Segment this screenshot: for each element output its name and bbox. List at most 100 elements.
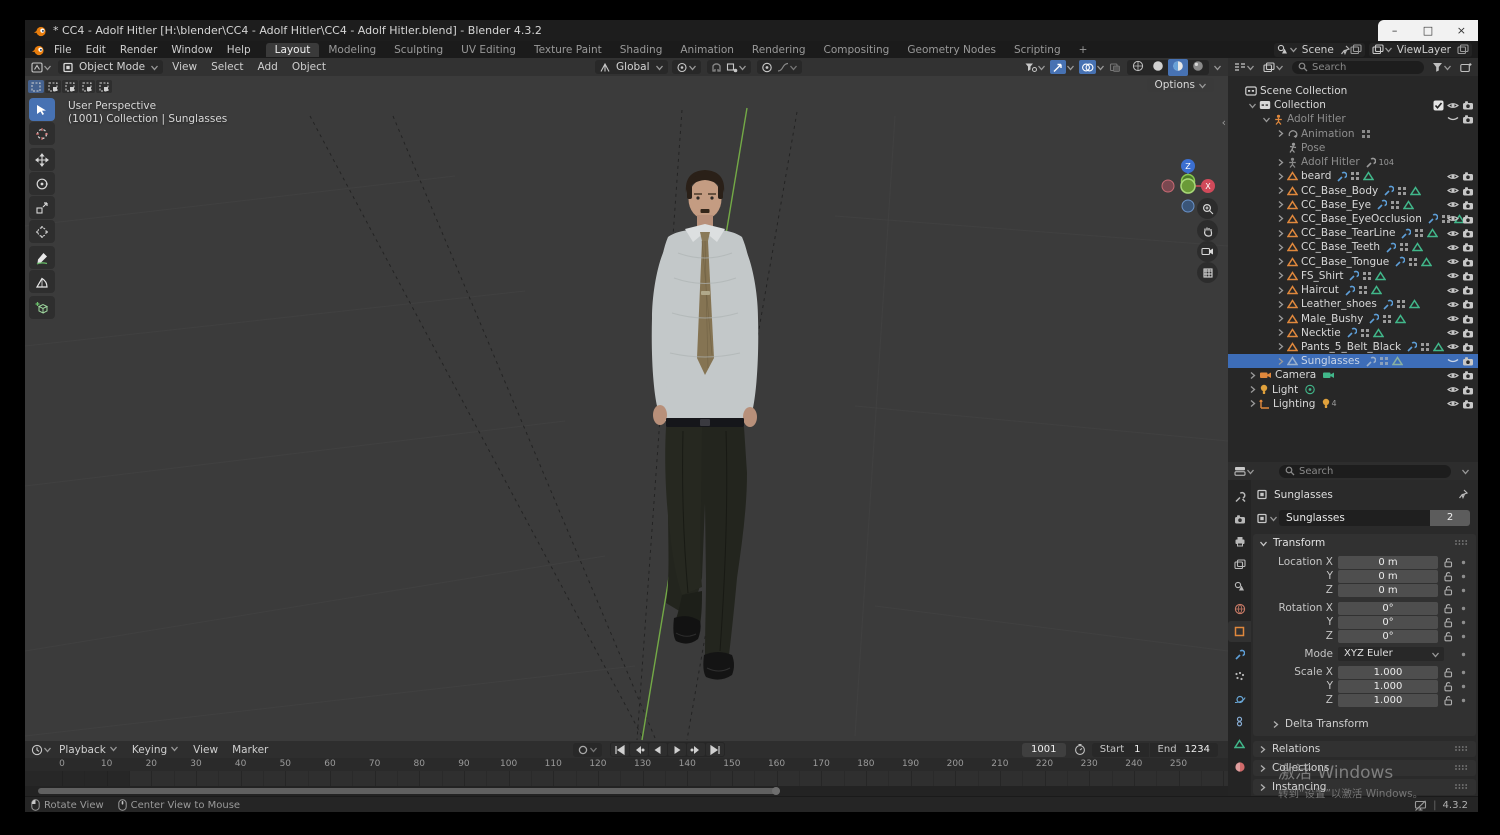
snap-target-icon[interactable] [726,62,738,73]
render-camera-icon[interactable] [1462,257,1474,267]
play-button[interactable] [667,743,686,756]
select-set[interactable] [28,80,44,93]
render-camera-icon[interactable] [1462,200,1474,210]
select-intersect[interactable] [96,80,112,93]
chevron-right-icon[interactable] [1276,314,1285,323]
render-camera-icon[interactable] [1462,100,1474,110]
properties-tab-view-layer[interactable] [1228,554,1251,575]
properties-tab-modifiers[interactable] [1228,644,1251,665]
visibility-eye-icon[interactable] [1447,399,1459,408]
render-camera-icon[interactable] [1462,285,1474,295]
timeline-menu-view[interactable]: View [186,744,225,756]
render-camera-icon[interactable] [1462,214,1474,224]
lock-open-icon[interactable] [1443,603,1453,614]
render-camera-icon[interactable] [1462,271,1474,281]
camera-view-button[interactable] [1197,241,1218,262]
chevron-right-icon[interactable] [1248,385,1257,394]
object-visibility-filter-icon[interactable] [1024,62,1046,73]
panel-relations[interactable]: Relations [1253,741,1476,757]
workspace-tab-animation[interactable]: Animation [671,43,743,57]
tool-add-cube[interactable] [29,296,55,319]
lock-open-icon[interactable] [1443,571,1453,582]
render-camera-icon[interactable] [1462,228,1474,238]
outliner-row-adolf-hitler[interactable]: Adolf Hitler [1228,112,1478,126]
outliner-row-pants-5-belt-black[interactable]: Pants_5_Belt_Black [1228,340,1478,354]
select-subtract[interactable] [62,80,78,93]
tool-move[interactable] [29,148,55,171]
panel-instancing[interactable]: Instancing [1253,779,1476,795]
workspace-tab-rendering[interactable]: Rendering [743,43,815,57]
timeline-menu-marker[interactable]: Marker [225,744,275,756]
options-button[interactable]: Options [1147,78,1214,92]
sidebar-toggle-arrow[interactable]: ‹ [1222,116,1226,129]
pivot-point-dropdown[interactable] [671,60,701,74]
visibility-eye-icon[interactable] [1447,101,1459,110]
chevron-down-icon[interactable] [738,63,747,72]
select-extend[interactable] [45,80,61,93]
chevron-right-icon[interactable] [1248,399,1257,408]
workspace-tab-scripting[interactable]: Scripting [1005,43,1070,57]
menu-help[interactable]: Help [220,44,258,56]
tool-scale[interactable] [29,196,55,219]
workspace-tab-layout[interactable]: Layout [265,42,320,57]
zoom-button[interactable] [1197,198,1218,219]
visibility-eye-icon[interactable] [1447,385,1459,394]
workspace-tab-compositing[interactable]: Compositing [815,43,899,57]
proportional-editing-icon[interactable] [761,62,773,73]
new-collection-icon[interactable] [1460,62,1472,73]
xray-toggle-icon[interactable] [1109,62,1121,73]
animate-dot-icon[interactable] [1460,559,1467,566]
workspace-tab-uv-editing[interactable]: UV Editing [452,43,525,57]
scene-selector[interactable]: Scene [1273,42,1365,57]
object-mode-dropdown[interactable]: Object Mode [58,60,164,74]
tool-rotate[interactable] [29,172,55,195]
chevron-down-icon[interactable] [1096,63,1105,72]
end-frame-field[interactable]: End 1234 [1149,742,1219,757]
menu-edit[interactable]: Edit [79,44,113,56]
visibility-eye-icon[interactable] [1447,257,1459,266]
timeline-menu-playback[interactable]: Playback [52,744,125,756]
visibility-eye-icon[interactable] [1447,186,1459,195]
animate-dot-icon[interactable] [1460,697,1467,704]
render-camera-icon[interactable] [1462,399,1474,409]
render-camera-icon[interactable] [1462,328,1474,338]
gizmo-toggle-button[interactable] [1050,60,1066,74]
render-camera-icon[interactable] [1462,242,1474,252]
timeline-editor-icon[interactable] [31,744,52,756]
outliner-row-beard[interactable]: beard [1228,169,1478,183]
outliner-row-camera[interactable]: Camera [1228,368,1478,382]
chevron-down-icon[interactable] [1248,101,1257,110]
animate-dot-icon[interactable] [1460,605,1467,612]
properties-tab-tool[interactable] [1228,486,1251,507]
timeline-menu-keying[interactable]: Keying [125,744,186,756]
visibility-eye-icon[interactable] [1447,243,1459,252]
animate-dot-icon[interactable] [1460,651,1467,658]
chevron-down-icon[interactable] [1066,63,1075,72]
properties-tab-particles[interactable] [1228,666,1251,687]
chevron-right-icon[interactable] [1276,214,1285,223]
shading-solid[interactable] [1148,59,1168,76]
transform-field[interactable]: 0° [1338,630,1438,643]
rotation-mode-dropdown[interactable]: XYZ Euler [1338,647,1444,661]
outliner-row-lighting[interactable]: Lighting 4 [1228,397,1478,411]
outliner-row-pose[interactable]: Pose [1228,141,1478,155]
select-invert[interactable] [79,80,95,93]
transform-field[interactable]: 1.000 [1338,694,1438,707]
panel-collections[interactable]: Collections [1253,760,1476,776]
outliner-row-cc-base-teeth[interactable]: CC_Base_Teeth [1228,240,1478,254]
outliner-row-male-bushy[interactable]: Male_Bushy [1228,312,1478,326]
filter-funnel-icon[interactable] [1432,62,1452,72]
chevron-right-icon[interactable] [1248,371,1257,380]
tool-cursor[interactable] [29,122,55,145]
visibility-eye-icon[interactable] [1447,172,1459,181]
tool-select-box[interactable] [29,98,55,121]
properties-tab-constraints[interactable] [1228,711,1251,732]
chevron-down-icon[interactable] [789,63,798,72]
shading-wireframe[interactable] [1128,59,1148,76]
chevron-down-icon[interactable] [1461,467,1470,476]
visibility-eye-icon[interactable] [1447,342,1459,351]
properties-search[interactable]: Search [1279,464,1451,478]
viewport-menu-add[interactable]: Add [250,61,284,73]
viewport-canvas[interactable]: User Perspective (1001) Collection | Sun… [25,76,1228,741]
outliner-search[interactable]: Search [1292,60,1424,74]
